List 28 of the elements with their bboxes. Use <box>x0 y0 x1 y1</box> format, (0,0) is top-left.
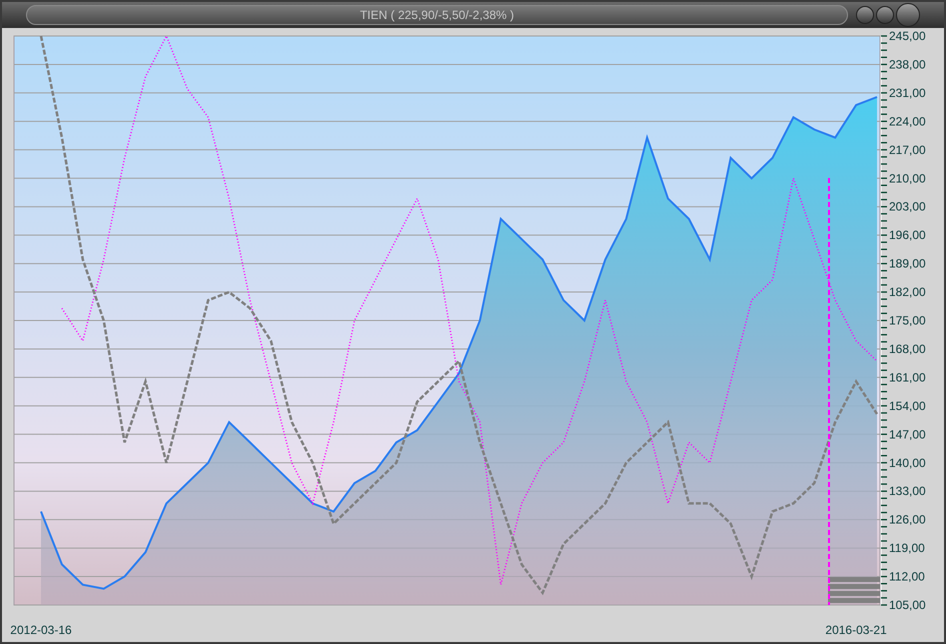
y-tick-label: 133,00 <box>889 484 926 498</box>
y-tick-label: 126,00 <box>889 512 926 527</box>
y-tick-label: 238,00 <box>889 57 926 72</box>
close-button[interactable] <box>896 3 920 27</box>
y-tick-label: 245,00 <box>889 29 926 43</box>
y-tick-label: 182,00 <box>889 285 926 300</box>
y-tick-label: 168,00 <box>889 342 926 356</box>
x-tick-label: 2016-03-21 <box>825 623 887 637</box>
window-title: TIEN ( 225,90/-5,50/-2,38% ) <box>26 5 848 25</box>
y-tick-label: 196,00 <box>889 228 926 242</box>
y-tick-label: 147,00 <box>889 427 926 442</box>
volume-bars <box>828 577 880 603</box>
y-tick-label: 140,00 <box>889 456 926 470</box>
y-tick-label: 119,00 <box>889 541 925 556</box>
y-tick-label: 217,00 <box>889 142 926 157</box>
minimize-button[interactable] <box>856 6 874 24</box>
y-tick-label: 112,00 <box>889 570 925 584</box>
y-tick-label: 154,00 <box>889 398 926 413</box>
y-tick-label: 231,00 <box>889 86 926 100</box>
x-tick-label: 2012-03-16 <box>10 623 72 637</box>
y-tick-label: 203,00 <box>889 200 926 214</box>
y-tick-label: 189,00 <box>889 256 926 271</box>
y-tick-label: 175,00 <box>889 314 926 328</box>
y-tick-label: 161,00 <box>889 370 926 384</box>
y-tick-label: 210,00 <box>889 171 926 186</box>
y-tick-label: 224,00 <box>889 114 926 128</box>
maximize-button[interactable] <box>876 6 894 24</box>
y-tick-label: 105,00 <box>889 598 926 612</box>
